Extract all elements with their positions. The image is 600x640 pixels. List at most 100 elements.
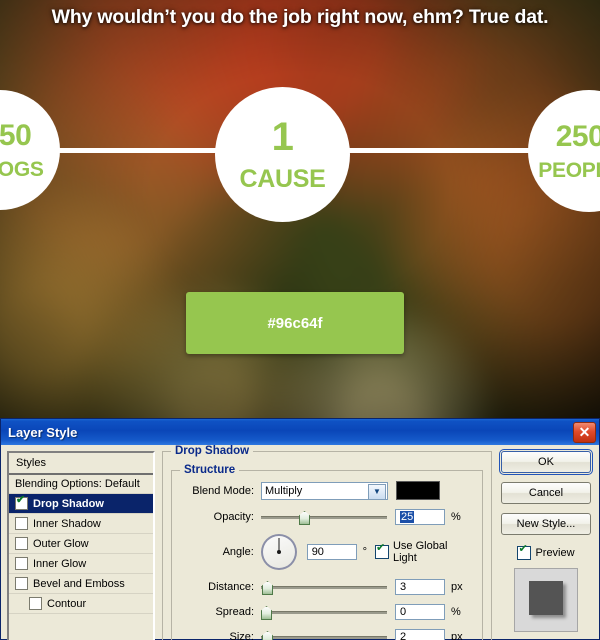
distance-slider[interactable]: [261, 580, 387, 595]
checkbox-icon[interactable]: [15, 495, 28, 510]
style-item-outer-glow[interactable]: Outer Glow: [9, 534, 153, 554]
opacity-value: 25: [400, 511, 415, 523]
distance-input[interactable]: 3: [395, 579, 445, 595]
stat-label: BLOGS: [0, 157, 44, 181]
opacity-row: Opacity: 25 %: [180, 509, 474, 525]
stat-label: PEOPLE: [538, 158, 600, 182]
spread-slider[interactable]: [261, 605, 387, 620]
stat-badge-cause: 1 CAUSE: [215, 87, 350, 222]
checkbox-icon[interactable]: [517, 544, 532, 560]
style-item-drop-shadow[interactable]: Drop Shadow: [9, 494, 153, 514]
slider-track: [261, 636, 387, 639]
spread-label: Spread:: [215, 606, 254, 618]
preview-shape: [529, 581, 563, 615]
blend-mode-label: Blend Mode:: [192, 484, 254, 497]
distance-unit: px: [451, 581, 463, 593]
blend-mode-value: Multiply: [265, 484, 303, 497]
color-swatch-block: #96c64f: [186, 292, 404, 354]
blend-mode-row: Blend Mode: Multiply ▼: [180, 481, 474, 500]
layer-style-dialog: Layer Style ✕ Styles Blending Options: D…: [0, 418, 600, 640]
preview-toggle[interactable]: Preview: [517, 544, 575, 560]
styles-list-panel: Styles Blending Options: Default Drop Sh…: [7, 451, 155, 640]
spread-row: Spread: 0 %: [180, 604, 474, 620]
stat-label: CAUSE: [239, 165, 326, 193]
dialog-title-bar[interactable]: Layer Style ✕: [1, 419, 599, 445]
opacity-label: Opacity:: [213, 511, 254, 523]
checkbox-icon[interactable]: [15, 517, 28, 530]
style-item-label: Contour: [47, 597, 87, 610]
styles-list-header: Styles: [9, 453, 153, 475]
shadow-color-swatch[interactable]: [396, 481, 440, 500]
cancel-button[interactable]: Cancel: [501, 482, 591, 504]
spread-value: 0: [400, 606, 407, 618]
angle-dial[interactable]: [260, 534, 297, 570]
checkbox-icon[interactable]: [15, 537, 28, 550]
hero-banner: Why wouldn’t you do the job right now, e…: [0, 0, 600, 418]
dialog-title: Layer Style: [8, 424, 78, 440]
style-item-inner-glow[interactable]: Inner Glow: [9, 554, 153, 574]
distance-row: Distance: 3 px: [180, 579, 474, 595]
opacity-input[interactable]: 25: [395, 509, 445, 525]
slider-thumb[interactable]: [262, 581, 273, 595]
style-item-label: Inner Glow: [33, 557, 87, 570]
use-global-light-row[interactable]: Use Global Light: [374, 540, 474, 564]
stat-number: 1: [271, 115, 294, 159]
size-unit: px: [451, 631, 463, 640]
distance-label: Distance:: [208, 581, 254, 593]
effect-preview-thumbnail: [514, 568, 578, 632]
stat-number: 250: [555, 119, 600, 153]
dialog-body: Styles Blending Options: Default Drop Sh…: [1, 445, 599, 640]
opacity-slider[interactable]: [261, 510, 387, 525]
size-slider[interactable]: [261, 630, 387, 640]
angle-input[interactable]: 90: [306, 544, 357, 560]
style-item-bevel-and-emboss[interactable]: Bevel and Emboss: [9, 574, 153, 594]
drop-shadow-group: Drop Shadow Structure Blend Mode: Multip…: [162, 445, 492, 640]
dialog-button-column: OK Cancel New Style... Preview: [499, 449, 593, 640]
size-value: 2: [400, 631, 407, 640]
opacity-unit: %: [451, 511, 461, 523]
style-item-label: Drop Shadow: [33, 497, 104, 510]
size-input[interactable]: 2: [395, 629, 445, 640]
page-title: Why wouldn’t you do the job right now, e…: [51, 5, 549, 28]
new-style-button[interactable]: New Style...: [501, 513, 591, 535]
structure-group: Structure Blend Mode: Multiply ▼ Opacity…: [171, 464, 483, 640]
slider-thumb[interactable]: [262, 631, 273, 640]
style-item-label: Inner Shadow: [33, 517, 101, 530]
angle-label: Angle:: [222, 546, 254, 558]
size-row: Size: 2 px: [180, 629, 474, 640]
checkbox-icon[interactable]: [374, 543, 389, 559]
preview-label: Preview: [535, 547, 575, 559]
checkbox-icon[interactable]: [15, 577, 28, 590]
slider-track: [261, 516, 387, 519]
style-item-contour[interactable]: Contour: [9, 594, 153, 614]
angle-row: Angle: 90 ° Use Global Light: [180, 534, 474, 570]
checkbox-icon[interactable]: [15, 557, 28, 570]
ok-button[interactable]: OK: [499, 449, 593, 475]
structure-group-title: Structure: [180, 464, 240, 476]
spread-input[interactable]: 0: [395, 604, 445, 620]
style-item-label: Blending Options: Default: [15, 478, 140, 490]
stat-number: 550: [0, 118, 32, 152]
slider-thumb[interactable]: [261, 606, 272, 620]
screenshot-root: Why wouldn’t you do the job right now, e…: [0, 0, 600, 640]
chevron-down-icon[interactable]: ▼: [368, 483, 386, 500]
style-item-inner-shadow[interactable]: Inner Shadow: [9, 514, 153, 534]
close-icon[interactable]: ✕: [573, 421, 596, 443]
spread-unit: %: [451, 606, 461, 618]
slider-thumb[interactable]: [299, 511, 310, 525]
size-label: Size:: [229, 631, 254, 640]
slider-track: [261, 611, 387, 614]
effect-settings-panel: Drop Shadow Structure Blend Mode: Multip…: [162, 445, 492, 640]
slider-track: [261, 586, 387, 589]
angle-unit: °: [362, 546, 367, 558]
angle-hub: [276, 550, 281, 554]
use-global-light-label: Use Global Light: [392, 540, 448, 564]
style-item-blending-options[interactable]: Blending Options: Default: [9, 475, 153, 494]
style-item-label: Bevel and Emboss: [33, 577, 125, 590]
drop-shadow-group-title: Drop Shadow: [171, 445, 254, 457]
checkbox-icon[interactable]: [29, 597, 42, 610]
style-item-label: Outer Glow: [33, 537, 89, 550]
angle-value: 90: [311, 546, 324, 558]
blend-mode-select[interactable]: Multiply ▼: [261, 481, 388, 500]
distance-value: 3: [400, 581, 407, 593]
